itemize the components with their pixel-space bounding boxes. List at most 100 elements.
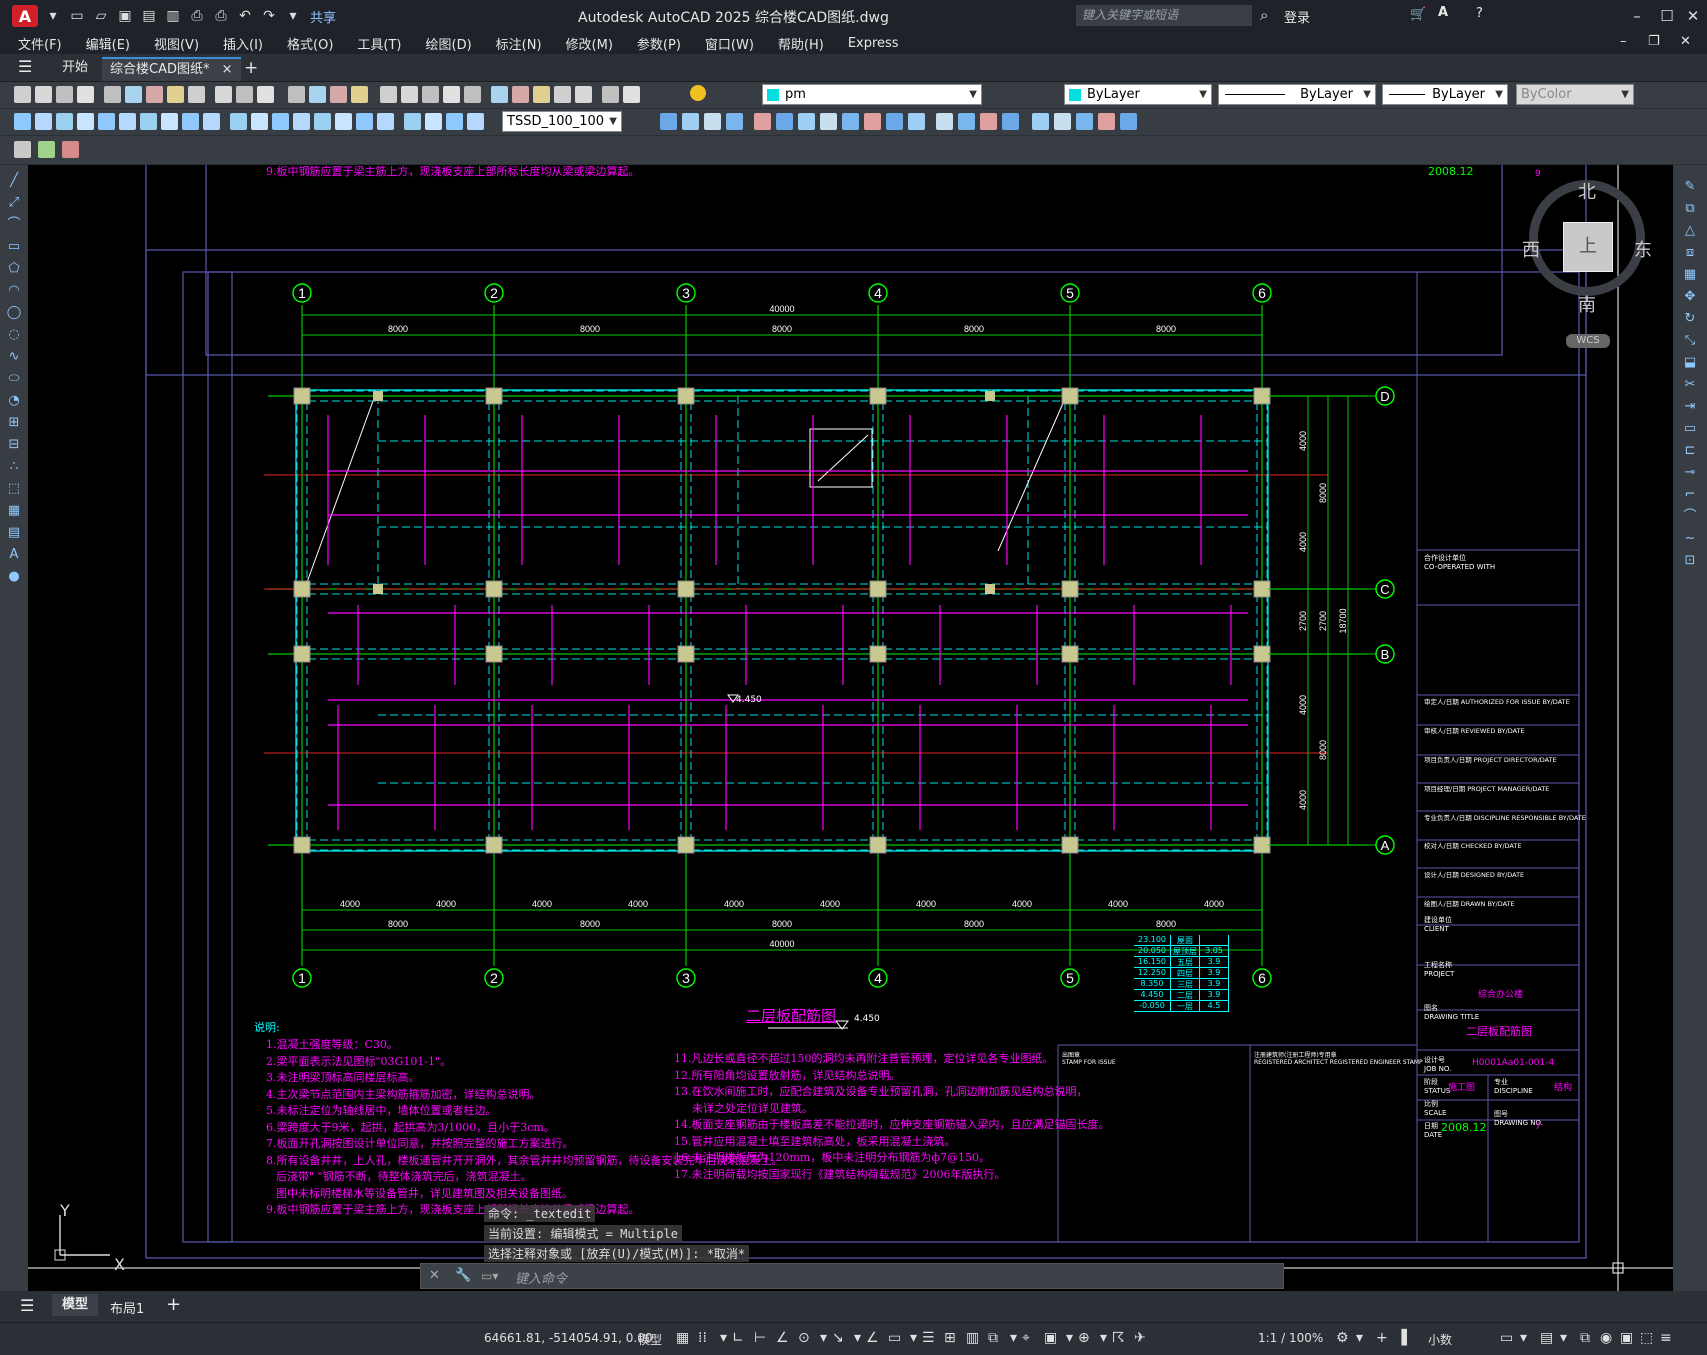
close-command-icon[interactable]: ✕ xyxy=(429,1268,440,1283)
autocad-logo-icon[interactable]: A xyxy=(12,5,38,27)
toolbar-tool-icon[interactable] xyxy=(575,86,592,103)
toolbar-tool-icon[interactable] xyxy=(230,113,247,130)
save-icon[interactable]: ▣ xyxy=(116,7,134,25)
cart-icon[interactable]: 🛒 xyxy=(1410,7,1426,22)
modify-tool-icon[interactable]: ∼ xyxy=(1682,531,1698,547)
toolbar-tool-icon[interactable] xyxy=(446,113,463,130)
status-toggle-icon[interactable]: ⁞⁞ xyxy=(698,1330,707,1346)
toolbar-tool-icon[interactable] xyxy=(104,86,121,103)
draw-tool-icon[interactable]: ◔ xyxy=(6,393,22,409)
status-toggle-icon[interactable]: ⌖ xyxy=(1022,1330,1030,1346)
status-toggle-icon[interactable]: ▾ xyxy=(1066,1330,1073,1346)
status-tool-icon[interactable]: ⧉ xyxy=(1580,1330,1590,1346)
modify-tool-icon[interactable]: ▭ xyxy=(1682,421,1698,437)
redo-icon[interactable]: ↷ xyxy=(260,7,278,25)
modify-tool-icon[interactable]: ⌒ xyxy=(1682,509,1698,525)
toolbar-tool-icon[interactable] xyxy=(35,86,52,103)
layout-menu-icon[interactable]: ☰ xyxy=(20,1296,34,1315)
menu-draw[interactable]: 绘图(D) xyxy=(426,34,472,53)
modify-tool-icon[interactable]: ↻ xyxy=(1682,311,1698,327)
share-button[interactable]: 共享 xyxy=(310,7,336,26)
toolbar-tool-icon[interactable] xyxy=(293,113,310,130)
toolbar-tool-icon[interactable] xyxy=(215,86,232,103)
status-toggle-icon[interactable]: ⊕ xyxy=(1078,1330,1090,1346)
menu-parametric[interactable]: 参数(P) xyxy=(637,34,681,53)
draw-tool-icon[interactable]: ◠ xyxy=(6,283,22,299)
draw-tool-icon[interactable]: ⤢ xyxy=(6,195,22,211)
status-toggle-icon[interactable]: ▣ xyxy=(1044,1330,1057,1346)
toolbar-tool-icon[interactable] xyxy=(314,113,331,130)
modify-tool-icon[interactable]: ✥ xyxy=(1682,289,1698,305)
open-file-icon[interactable]: ▱ xyxy=(92,7,110,25)
draw-tool-icon[interactable]: ▦ xyxy=(6,503,22,519)
toolbar-tool-icon[interactable] xyxy=(335,113,352,130)
toolbar-tool-icon[interactable] xyxy=(842,113,859,130)
add-layout-button[interactable]: + xyxy=(166,1294,181,1315)
status-tool-icon[interactable]: ◉ xyxy=(1600,1330,1612,1346)
toolbar-tool-icon[interactable] xyxy=(1032,113,1049,130)
toolbar-tool-icon[interactable] xyxy=(726,113,743,130)
drawing-canvas[interactable]: 40000 8000 8000 8000 8000 8000 4000 4000 4000 400… xyxy=(28,165,1673,1291)
toolbar-tool-icon[interactable] xyxy=(140,113,157,130)
toolbar-tool-icon[interactable] xyxy=(820,113,837,130)
toolbar-tool-icon[interactable] xyxy=(377,113,394,130)
draw-tool-icon[interactable]: ⌒ xyxy=(6,217,22,233)
toolbar-tool-icon[interactable] xyxy=(443,86,460,103)
status-toggle-icon[interactable]: ✈ xyxy=(1134,1330,1146,1346)
draw-tool-icon[interactable]: ⬠ xyxy=(6,261,22,277)
tab-drawing[interactable]: 综合楼CAD图纸* × xyxy=(102,57,241,81)
toolbar-tool-icon[interactable] xyxy=(35,113,52,130)
toolbar-tool-icon[interactable] xyxy=(422,86,439,103)
units-dropdown[interactable]: 小数 xyxy=(1428,1331,1452,1348)
toolbar-tool-icon[interactable] xyxy=(146,86,163,103)
toolbar-tool-icon[interactable] xyxy=(1002,113,1019,130)
toolbar-tool-icon[interactable] xyxy=(188,86,205,103)
toolbar-tool-icon[interactable] xyxy=(533,86,550,103)
draw-tool-icon[interactable]: ▭ xyxy=(6,239,22,255)
toolbar-tool-icon[interactable] xyxy=(288,86,305,103)
status-toggle-icon[interactable]: ▾ xyxy=(1100,1330,1107,1346)
attribute-icon[interactable] xyxy=(62,141,79,158)
viewcube-east[interactable]: 东 xyxy=(1634,236,1652,262)
toolbar-tool-icon[interactable] xyxy=(309,86,326,103)
menu-express[interactable]: Express xyxy=(848,36,899,51)
status-toggle-icon[interactable]: ▾ xyxy=(910,1330,917,1346)
status-toggle-icon[interactable]: ☰ xyxy=(922,1330,935,1346)
menu-window[interactable]: 窗口(W) xyxy=(705,34,754,53)
draw-tool-icon[interactable]: ◌ xyxy=(6,327,22,343)
draw-tool-icon[interactable]: ● xyxy=(6,569,22,585)
status-toggle-icon[interactable]: ∠ xyxy=(776,1330,789,1346)
undo-icon[interactable]: ↶ xyxy=(236,7,254,25)
status-toggle-icon[interactable]: ∟ xyxy=(732,1330,744,1346)
new-file-icon[interactable]: ▭ xyxy=(68,7,86,25)
toolbar-tool-icon[interactable] xyxy=(356,113,373,130)
draw-tool-icon[interactable]: ⬭ xyxy=(6,371,22,387)
status-toggle-icon[interactable]: ▾ xyxy=(820,1330,827,1346)
status-tool-icon[interactable]: ▭ xyxy=(1500,1330,1513,1346)
lineweight-dropdown[interactable]: ByLayer ▼ xyxy=(1382,84,1508,105)
doc-close-button[interactable]: ✕ xyxy=(1680,34,1691,49)
status-toggle-icon[interactable]: ⊞ xyxy=(944,1330,956,1346)
draw-tool-icon[interactable]: ⬚ xyxy=(6,481,22,497)
status-toggle-icon[interactable]: ⧉ xyxy=(988,1330,998,1346)
menu-view[interactable]: 视图(V) xyxy=(154,34,199,53)
toolbar-tool-icon[interactable] xyxy=(351,86,368,103)
status-toggle-icon[interactable]: ▾ xyxy=(720,1330,727,1346)
status-tool-icon[interactable]: ▤ xyxy=(1540,1330,1553,1346)
status-toggle-icon[interactable]: ▭ xyxy=(888,1330,901,1346)
tab-start[interactable]: 开始 xyxy=(54,57,96,79)
toolbar-tool-icon[interactable] xyxy=(682,113,699,130)
customize-icon[interactable]: ▾ xyxy=(284,7,302,25)
toolbar-tool-icon[interactable] xyxy=(512,86,529,103)
modify-tool-icon[interactable]: ⊏ xyxy=(1682,443,1698,459)
status-tool-icon[interactable]: + xyxy=(1376,1330,1388,1346)
tab-close-icon[interactable]: × xyxy=(222,62,233,77)
toolbar-tool-icon[interactable] xyxy=(14,86,31,103)
toolbar-tool-icon[interactable] xyxy=(257,86,274,103)
menu-modify[interactable]: 修改(M) xyxy=(566,34,613,53)
toolbar-tool-icon[interactable] xyxy=(56,113,73,130)
toolbar-tool-icon[interactable] xyxy=(251,113,268,130)
tab-model[interactable]: 模型 xyxy=(52,1294,99,1316)
toolbar-tool-icon[interactable] xyxy=(77,113,94,130)
toolbar-tool-icon[interactable] xyxy=(936,113,953,130)
